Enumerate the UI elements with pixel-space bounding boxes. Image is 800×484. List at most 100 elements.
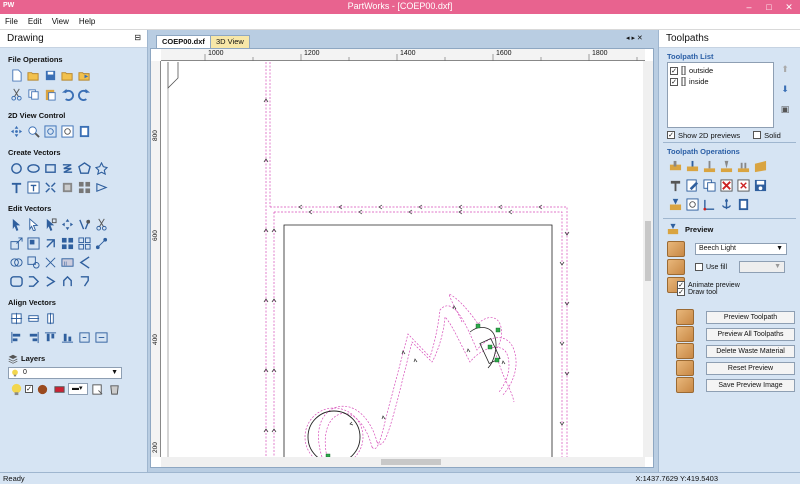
- preview-toolpath-button[interactable]: Preview Toolpath: [706, 311, 795, 324]
- ellipse-icon[interactable]: [25, 161, 41, 177]
- resize-icon[interactable]: [25, 236, 41, 252]
- space-evenly-icon[interactable]: [93, 330, 109, 346]
- layer-properties-icon[interactable]: [89, 381, 105, 397]
- outside-toolpath[interactable]: [265, 62, 568, 457]
- profile-toolpath-icon[interactable]: [667, 159, 683, 175]
- close-vector-icon[interactable]: [42, 274, 58, 290]
- copy-toolpath-icon[interactable]: [701, 178, 717, 194]
- vcarve-toolpath-icon[interactable]: [718, 159, 734, 175]
- simulate-icon[interactable]: [667, 197, 683, 213]
- drawing-canvas[interactable]: 1000 1200 1400 1600 1800 800 600 400 200: [150, 48, 654, 468]
- close-button[interactable]: ✕: [780, 0, 798, 14]
- zoom-icon[interactable]: [25, 124, 41, 140]
- subtract-icon[interactable]: [25, 255, 41, 271]
- polyline-icon[interactable]: [59, 161, 75, 177]
- show-previews-checkbox[interactable]: ✓: [667, 131, 675, 139]
- edit-toolpath-icon[interactable]: [684, 178, 700, 194]
- tab-controls[interactable]: ◂ ▸ ✕: [626, 34, 643, 42]
- group-icon[interactable]: [59, 236, 75, 252]
- scale-icon[interactable]: [8, 236, 24, 252]
- export-toolpath-icon[interactable]: [735, 197, 751, 213]
- list-item[interactable]: ✓ outside: [670, 65, 771, 76]
- align-top-icon[interactable]: [42, 330, 58, 346]
- vertical-scroll-thumb[interactable]: [645, 221, 651, 281]
- import-folder-icon[interactable]: [59, 68, 75, 84]
- polygon-icon[interactable]: [76, 161, 92, 177]
- new-file-icon[interactable]: [8, 68, 24, 84]
- save-preview-image-button[interactable]: Save Preview Image: [706, 379, 795, 392]
- minimize-button[interactable]: –: [740, 0, 758, 14]
- delete-toolpath-icon[interactable]: ▣: [779, 104, 791, 118]
- reset-preview-button[interactable]: Reset Preview: [706, 362, 795, 375]
- export-icon[interactable]: [76, 68, 92, 84]
- ungroup-icon[interactable]: [76, 236, 92, 252]
- undo-icon[interactable]: [59, 87, 75, 103]
- pin-icon[interactable]: ⊟: [134, 33, 141, 42]
- save-icon[interactable]: [42, 68, 58, 84]
- menu-view[interactable]: View: [47, 14, 74, 29]
- copy-icon[interactable]: [25, 87, 41, 103]
- fillet-icon[interactable]: [93, 180, 109, 196]
- cut-icon[interactable]: [8, 87, 24, 103]
- layer-visible-icon[interactable]: [8, 381, 24, 397]
- drill-toolpath-icon[interactable]: [701, 159, 717, 175]
- engrave-toolpath-icon[interactable]: [735, 159, 751, 175]
- distribute-icon[interactable]: [76, 330, 92, 346]
- join-icon[interactable]: [93, 236, 109, 252]
- align-left-icon[interactable]: [8, 330, 24, 346]
- align-center-icon[interactable]: [8, 311, 24, 327]
- save-toolpath-icon[interactable]: [752, 178, 768, 194]
- align-bottom-icon[interactable]: [59, 330, 75, 346]
- anchor-icon[interactable]: [718, 197, 734, 213]
- calculate-icon[interactable]: [735, 178, 751, 194]
- align-right-icon[interactable]: [25, 330, 41, 346]
- texture-toolpath-icon[interactable]: [752, 159, 768, 175]
- transform-icon[interactable]: [42, 217, 58, 233]
- material-select[interactable]: Beech Light ▼: [695, 243, 787, 255]
- circle-icon[interactable]: [8, 161, 24, 177]
- view-page-icon[interactable]: [76, 124, 92, 140]
- menu-file[interactable]: File: [0, 14, 23, 29]
- preview-all-toolpaths-button[interactable]: Preview All Toolpaths: [706, 328, 795, 341]
- layer-color-icon[interactable]: [51, 381, 67, 397]
- toolpath-checkbox[interactable]: ✓: [670, 77, 678, 86]
- move-icon[interactable]: [59, 217, 75, 233]
- zoom-box-icon[interactable]: [42, 124, 58, 140]
- select-icon[interactable]: [8, 217, 24, 233]
- maximize-button[interactable]: □: [760, 0, 778, 14]
- align-v-center-icon[interactable]: [42, 311, 58, 327]
- layer-checkbox[interactable]: ✓: [25, 385, 33, 393]
- pan-icon[interactable]: [8, 124, 24, 140]
- delete-waste-material-button[interactable]: Delete Waste Material: [706, 345, 795, 358]
- preview-box-icon[interactable]: [684, 197, 700, 213]
- horizontal-scroll-thumb[interactable]: [381, 459, 441, 465]
- line-style-select[interactable]: ▬▾: [68, 383, 88, 395]
- dimension-tool-icon[interactable]: [701, 197, 717, 213]
- layer-lock-icon[interactable]: [34, 381, 50, 397]
- mirror-icon[interactable]: [76, 217, 92, 233]
- rotate-icon[interactable]: [42, 236, 58, 252]
- rectangle-icon[interactable]: [42, 161, 58, 177]
- tab-3d-view[interactable]: 3D View: [210, 35, 250, 48]
- redo-icon[interactable]: [76, 87, 92, 103]
- tab-coep00[interactable]: COEP00.dxf: [156, 35, 211, 48]
- offset-icon[interactable]: [8, 274, 24, 290]
- toolpath-checkbox[interactable]: ✓: [670, 66, 678, 75]
- layer-delete-icon[interactable]: [106, 381, 122, 397]
- horizontal-scrollbar[interactable]: [161, 457, 645, 467]
- menu-edit[interactable]: Edit: [23, 14, 47, 29]
- vector-drawing[interactable]: [162, 62, 645, 457]
- fit-curve-icon[interactable]: [76, 274, 92, 290]
- move-down-icon[interactable]: ⬇: [779, 84, 791, 98]
- draw-tool-checkbox[interactable]: ✓: [677, 288, 685, 296]
- delete-x-icon[interactable]: [718, 178, 734, 194]
- pocket-toolpath-icon[interactable]: [684, 159, 700, 175]
- solid-checkbox[interactable]: [753, 131, 762, 139]
- weld-icon[interactable]: [8, 255, 24, 271]
- smooth-icon[interactable]: [25, 274, 41, 290]
- extend-icon[interactable]: [76, 255, 92, 271]
- trim-icon[interactable]: II: [59, 255, 75, 271]
- scissors-icon[interactable]: [93, 217, 109, 233]
- text-on-curve-icon[interactable]: [25, 180, 41, 196]
- use-fill-checkbox[interactable]: [695, 263, 703, 271]
